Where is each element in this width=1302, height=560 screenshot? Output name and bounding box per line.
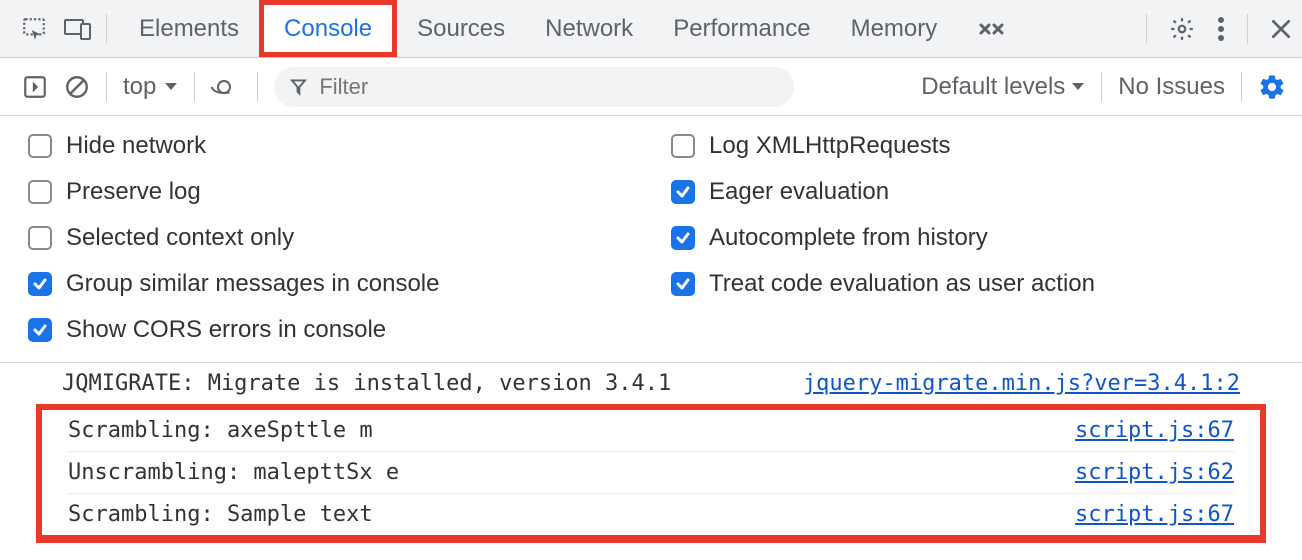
checkbox-option[interactable]: Show CORS errors in console bbox=[28, 316, 631, 344]
chevron-down-icon bbox=[1071, 82, 1085, 92]
highlighted-log-rows: Scrambling: axeSpttle m script.js:67 Unscr… bbox=[36, 404, 1266, 543]
live-expression-icon[interactable] bbox=[211, 77, 241, 97]
tabs-overflow-icon[interactable] bbox=[957, 0, 1027, 57]
checkbox-icon bbox=[671, 226, 695, 250]
checkbox-option[interactable]: Treat code evaluation as user action bbox=[671, 270, 1274, 298]
separator bbox=[1146, 14, 1147, 44]
devtools-topbar: Elements Console Sources Network Perform… bbox=[0, 0, 1302, 58]
console-log-area: JQMIGRATE: Migrate is installed, version… bbox=[0, 363, 1302, 543]
filter-icon bbox=[290, 78, 307, 96]
log-levels-picker[interactable]: Default levels bbox=[921, 73, 1085, 101]
console-settings-gear-icon[interactable] bbox=[1258, 73, 1286, 101]
checkbox-label: Show CORS errors in console bbox=[66, 316, 386, 344]
log-source-link[interactable]: script.js:67 bbox=[1075, 418, 1234, 443]
checkbox-icon bbox=[28, 226, 52, 250]
log-message: Unscrambling: malepttSx e bbox=[68, 460, 399, 485]
separator bbox=[1241, 72, 1242, 102]
filter-input[interactable] bbox=[319, 74, 778, 100]
checkbox-option[interactable]: Group similar messages in console bbox=[28, 270, 631, 298]
checkbox-icon bbox=[28, 272, 52, 296]
more-menu-icon[interactable] bbox=[1217, 16, 1225, 42]
log-message: Scrambling: axeSpttle m bbox=[68, 418, 373, 443]
log-row: Scrambling: Sample text script.js:67 bbox=[68, 493, 1234, 535]
checkbox-icon bbox=[28, 318, 52, 342]
checkbox-option[interactable]: Autocomplete from history bbox=[671, 224, 1274, 252]
log-source-link[interactable]: script.js:67 bbox=[1075, 502, 1234, 527]
tab-sources[interactable]: Sources bbox=[397, 0, 525, 57]
checkbox-label: Autocomplete from history bbox=[709, 224, 988, 252]
log-row: Unscrambling: malepttSx e script.js:62 bbox=[68, 451, 1234, 493]
separator bbox=[106, 72, 107, 102]
checkbox-icon bbox=[28, 134, 52, 158]
tab-memory[interactable]: Memory bbox=[831, 0, 958, 57]
log-row: Scrambling: axeSpttle m script.js:67 bbox=[68, 410, 1234, 451]
device-toolbar-icon[interactable] bbox=[62, 13, 94, 45]
separator bbox=[106, 14, 107, 44]
checkbox-option[interactable]: Hide network bbox=[28, 132, 631, 160]
filter-box[interactable] bbox=[274, 67, 794, 107]
tab-elements[interactable]: Elements bbox=[119, 0, 259, 57]
checkbox-icon bbox=[671, 134, 695, 158]
separator bbox=[1247, 14, 1248, 44]
checkbox-label: Treat code evaluation as user action bbox=[709, 270, 1095, 298]
checkbox-label: Hide network bbox=[66, 132, 206, 160]
log-source-link[interactable]: jquery-migrate.min.js?ver=3.4.1:2 bbox=[803, 371, 1240, 396]
log-message: JQMIGRATE: Migrate is installed, version… bbox=[62, 371, 671, 396]
checkbox-label: Eager evaluation bbox=[709, 178, 889, 206]
checkbox-icon bbox=[28, 180, 52, 204]
tab-performance[interactable]: Performance bbox=[653, 0, 830, 57]
log-source-link[interactable]: script.js:62 bbox=[1075, 460, 1234, 485]
close-devtools-icon[interactable] bbox=[1270, 18, 1292, 40]
tab-console[interactable]: Console bbox=[259, 0, 397, 57]
checkbox-icon bbox=[671, 272, 695, 296]
separator bbox=[194, 72, 195, 102]
checkbox-label: Group similar messages in console bbox=[66, 270, 440, 298]
checkbox-option[interactable]: Selected context only bbox=[28, 224, 631, 252]
issues-button[interactable]: No Issues bbox=[1118, 73, 1225, 101]
chevron-down-icon bbox=[164, 82, 178, 92]
inspect-icon[interactable] bbox=[18, 13, 50, 45]
clear-console-icon[interactable] bbox=[64, 74, 90, 100]
separator bbox=[257, 72, 258, 102]
checkbox-option[interactable]: Preserve log bbox=[28, 178, 631, 206]
checkbox-label: Log XMLHttpRequests bbox=[709, 132, 950, 160]
tab-network[interactable]: Network bbox=[525, 0, 653, 57]
log-levels-label: Default levels bbox=[921, 73, 1065, 101]
separator bbox=[1101, 72, 1102, 102]
console-toolbar: top Default levels No Issues bbox=[0, 58, 1302, 116]
toggle-sidebar-icon[interactable] bbox=[22, 74, 48, 100]
checkbox-label: Selected context only bbox=[66, 224, 294, 252]
context-label: top bbox=[123, 73, 156, 101]
topbar-right bbox=[1146, 14, 1292, 44]
console-settings-panel: Hide network Preserve log Selected context… bbox=[0, 116, 1302, 363]
checkbox-option[interactable]: Eager evaluation bbox=[671, 178, 1274, 206]
checkbox-option[interactable]: Log XMLHttpRequests bbox=[671, 132, 1274, 160]
panel-tabs: Elements Console Sources Network Perform… bbox=[119, 0, 1138, 57]
checkbox-label: Preserve log bbox=[66, 178, 201, 206]
settings-gear-icon[interactable] bbox=[1169, 16, 1195, 42]
checkbox-icon bbox=[671, 180, 695, 204]
log-message: Scrambling: Sample text bbox=[68, 502, 373, 527]
log-row: JQMIGRATE: Migrate is installed, version… bbox=[62, 363, 1240, 404]
context-picker[interactable]: top bbox=[123, 73, 178, 101]
